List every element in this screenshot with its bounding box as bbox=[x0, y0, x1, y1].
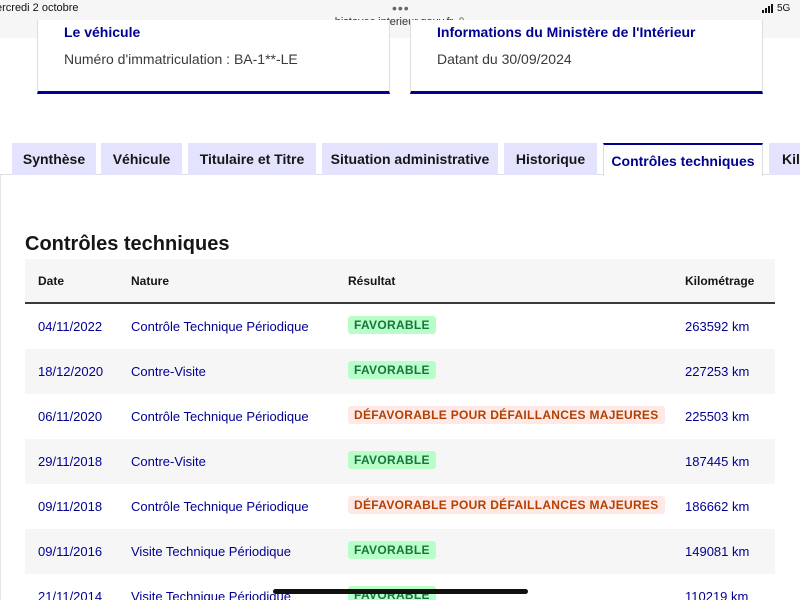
cell-date: 04/11/2022 bbox=[38, 319, 103, 334]
status-badge: FAVORABLE bbox=[348, 451, 436, 469]
ministry-card: Informations du Ministère de l'Intérieur… bbox=[410, 20, 763, 94]
status-date: ercredi 2 octobre bbox=[0, 2, 79, 14]
plate-number: Numéro d'immatriculation : BA-1**-LE bbox=[64, 51, 298, 67]
cell-nature: Contrôle Technique Périodique bbox=[131, 499, 309, 514]
cell-date: 09/11/2016 bbox=[38, 544, 103, 559]
tab-historique[interactable]: Historique bbox=[504, 143, 597, 175]
cell-date: 29/11/2018 bbox=[38, 454, 103, 469]
table-row: 29/11/2018 Contre-Visite FAVORABLE 18744… bbox=[25, 439, 775, 484]
cell-result: FAVORABLE bbox=[348, 316, 436, 334]
page-title: Contrôles techniques bbox=[25, 233, 230, 255]
vehicle-card: Le véhicule Numéro d'immatriculation : B… bbox=[37, 20, 390, 94]
header-date: Date bbox=[38, 274, 65, 288]
cell-nature: Contrôle Technique Périodique bbox=[131, 409, 309, 424]
cell-result: FAVORABLE bbox=[348, 361, 436, 379]
cell-date: 09/11/2018 bbox=[38, 499, 103, 514]
cell-nature: Contre-Visite bbox=[131, 364, 206, 379]
status-badge: DÉFAVORABLE POUR DÉFAILLANCES MAJEURES bbox=[348, 406, 665, 424]
cell-date: 21/11/2014 bbox=[38, 589, 103, 600]
cell-km: 263592 km bbox=[685, 319, 750, 334]
table-row: 09/11/2018 Contrôle Technique Périodique… bbox=[25, 484, 775, 529]
table-row: 18/12/2020 Contre-Visite FAVORABLE 22725… bbox=[25, 349, 775, 394]
tab-synthese[interactable]: Synthèse bbox=[12, 143, 96, 175]
cell-km: 110219 km bbox=[685, 589, 749, 600]
network-label: 5G bbox=[777, 3, 791, 14]
home-indicator[interactable] bbox=[273, 589, 528, 594]
more-dots-icon[interactable]: ••• bbox=[392, 0, 410, 16]
data-date: Datant du 30/09/2024 bbox=[437, 51, 572, 67]
table-header: Date Nature Résultat Kilométrage bbox=[25, 259, 775, 304]
ministry-card-title: Informations du Ministère de l'Intérieur bbox=[437, 24, 696, 40]
cell-km: 186662 km bbox=[685, 499, 750, 514]
inspections-table: Date Nature Résultat Kilométrage 04/11/2… bbox=[25, 259, 775, 600]
header-nature: Nature bbox=[131, 274, 170, 288]
header-result: Résultat bbox=[348, 274, 396, 288]
table-row: 21/11/2014 Visite Technique Périodique F… bbox=[25, 574, 775, 600]
status-badge: FAVORABLE bbox=[348, 361, 436, 379]
cell-km: 149081 km bbox=[685, 544, 750, 559]
header-km: Kilométrage bbox=[685, 274, 755, 288]
cell-result: DÉFAVORABLE POUR DÉFAILLANCES MAJEURES bbox=[348, 406, 665, 424]
vehicle-card-title: Le véhicule bbox=[64, 24, 141, 40]
tab-controles-techniques[interactable]: Contrôles techniques bbox=[603, 143, 763, 176]
cell-date: 06/11/2020 bbox=[38, 409, 103, 424]
status-badge: FAVORABLE bbox=[348, 316, 436, 334]
cell-nature: Visite Technique Périodique bbox=[131, 544, 291, 559]
status-badge: FAVORABLE bbox=[348, 541, 436, 559]
tab-kilometrage[interactable]: Kilo bbox=[769, 143, 800, 175]
cell-nature: Contrôle Technique Périodique bbox=[131, 319, 309, 334]
signal-icon bbox=[762, 4, 773, 13]
cell-nature: Contre-Visite bbox=[131, 454, 206, 469]
cell-nature: Visite Technique Périodique bbox=[131, 589, 291, 600]
cell-km: 225503 km bbox=[685, 409, 750, 424]
table-row: 04/11/2022 Contrôle Technique Périodique… bbox=[25, 304, 775, 349]
status-badge: DÉFAVORABLE POUR DÉFAILLANCES MAJEURES bbox=[348, 496, 665, 514]
cell-km: 187445 km bbox=[685, 454, 750, 469]
cell-date: 18/12/2020 bbox=[38, 364, 104, 379]
tab-situation-administrative[interactable]: Situation administrative bbox=[322, 143, 498, 175]
cell-result: FAVORABLE bbox=[348, 541, 436, 559]
tab-titulaire-titre[interactable]: Titulaire et Titre bbox=[188, 143, 316, 175]
status-indicators: 5G bbox=[762, 3, 790, 14]
cell-km: 227253 km bbox=[685, 364, 750, 379]
table-body: 04/11/2022 Contrôle Technique Périodique… bbox=[25, 304, 775, 600]
tab-vehicule[interactable]: Véhicule bbox=[101, 143, 182, 175]
table-row: 09/11/2016 Visite Technique Périodique F… bbox=[25, 529, 775, 574]
cell-result: DÉFAVORABLE POUR DÉFAILLANCES MAJEURES bbox=[348, 496, 665, 514]
cell-result: FAVORABLE bbox=[348, 451, 436, 469]
table-row: 06/11/2020 Contrôle Technique Périodique… bbox=[25, 394, 775, 439]
